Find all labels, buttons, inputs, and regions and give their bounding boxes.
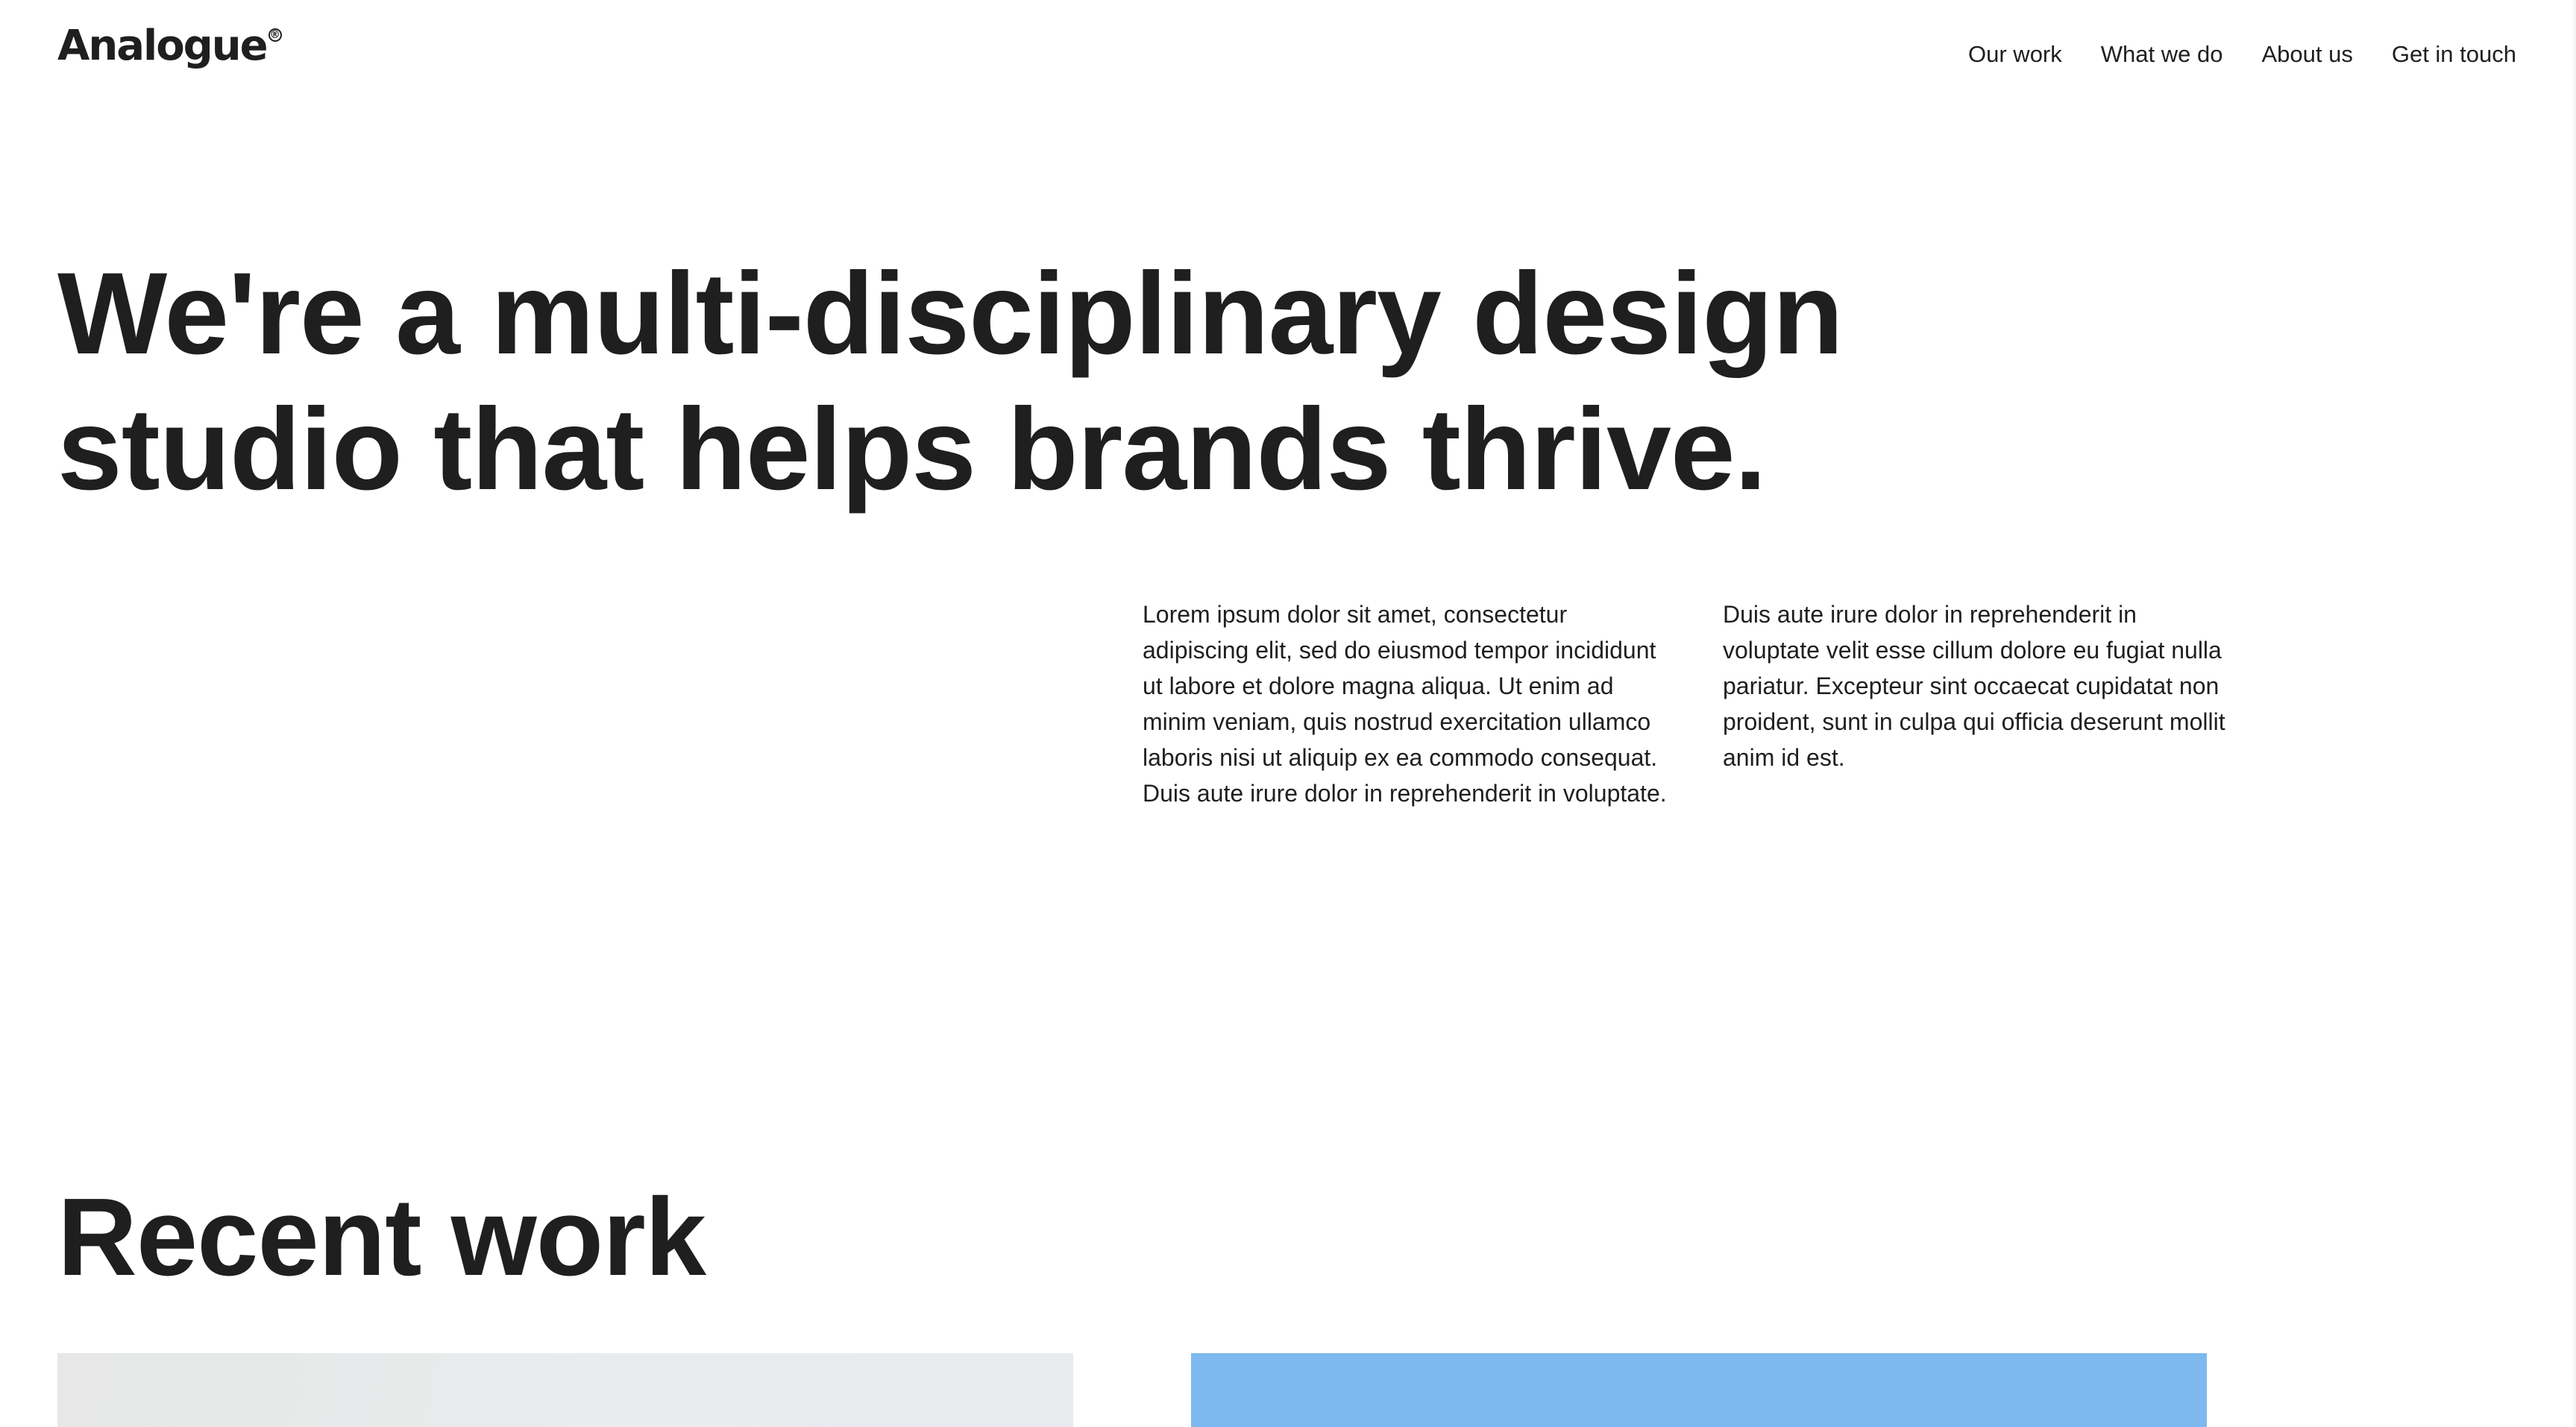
intro-paragraph-left: Lorem ipsum dolor sit amet, consectetur …	[1143, 601, 1667, 807]
hero-headline: We're a multi-disciplinary design studio…	[57, 246, 1997, 517]
hero-headline-line-1: We're a multi-disciplinary design	[57, 249, 1844, 379]
brand-logo[interactable]: Analogue ®	[57, 25, 282, 67]
site-header: Analogue ® Our work What we do About us …	[0, 0, 2576, 104]
nav-link-about-us[interactable]: About us	[2261, 41, 2352, 68]
window-edge	[2572, 0, 2576, 1427]
recent-work-heading: Recent work	[57, 1176, 706, 1299]
nav-link-our-work[interactable]: Our work	[1968, 41, 2062, 68]
nav-link-get-in-touch[interactable]: Get in touch	[2392, 41, 2516, 68]
brand-name: Analogue	[57, 22, 268, 70]
nav-link-what-we-do[interactable]: What we do	[2101, 41, 2223, 68]
registered-mark-icon: ®	[268, 28, 282, 42]
hero-headline-line-2: studio that helps brands thrive.	[57, 385, 1767, 514]
work-card-image-1[interactable]	[57, 1353, 1073, 1427]
work-card-image-2[interactable]	[1191, 1353, 2207, 1427]
main-nav: Our work What we do About us Get in touc…	[1968, 40, 2516, 69]
intro-paragraph-right: Duis aute irure dolor in reprehenderit i…	[1723, 601, 2225, 771]
